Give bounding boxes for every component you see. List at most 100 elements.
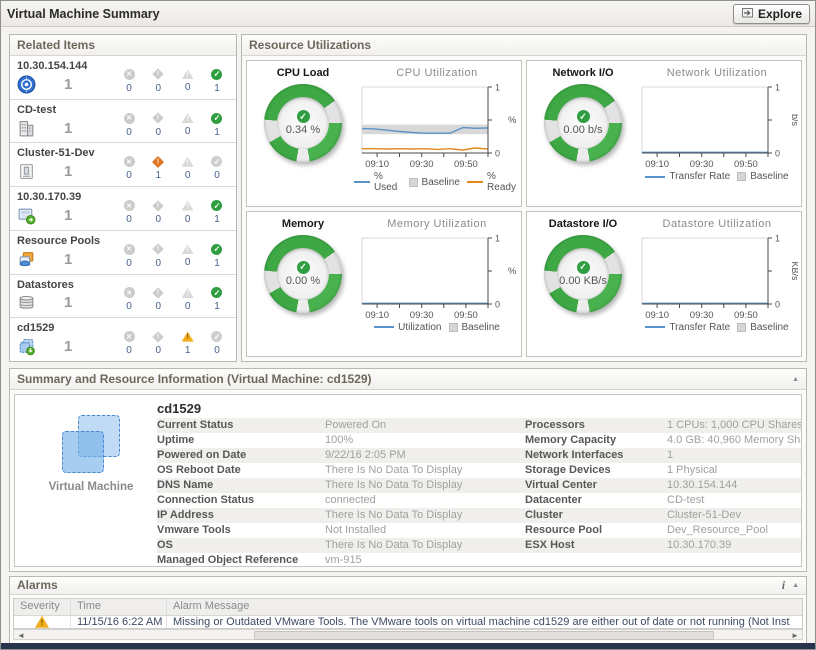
summary-value: 1 CPUs: 1,000 CPU Shares (no bbox=[667, 418, 801, 433]
fatal-count[interactable]: 0 bbox=[126, 83, 132, 94]
warning-count[interactable]: 0 bbox=[185, 170, 191, 181]
critical-count[interactable]: 0 bbox=[156, 258, 162, 269]
related-item-count[interactable]: 1 bbox=[64, 120, 72, 137]
critical-count[interactable]: 1 bbox=[156, 170, 162, 181]
summary-value: 10.30.154.144 bbox=[667, 478, 801, 493]
collapse-icon[interactable]: ▲ bbox=[792, 376, 799, 383]
summary-label: Vmware Tools bbox=[157, 523, 325, 538]
datacenter-icon bbox=[17, 119, 36, 138]
related-item-resource-pools[interactable]: Resource Pools 1 0 0 0 bbox=[10, 231, 236, 275]
alarm-time: 11/15/16 6:22 AM bbox=[71, 616, 167, 628]
datastore-io-gauge[interactable]: 0.00 KB/s bbox=[544, 235, 622, 313]
related-item-esx-host[interactable]: 10.30.170.39 1 0 0 0 bbox=[10, 187, 236, 231]
warning-count[interactable]: 0 bbox=[185, 214, 191, 225]
related-item-name[interactable]: CD-test bbox=[17, 104, 113, 116]
related-item-count[interactable]: 1 bbox=[64, 294, 72, 311]
normal-count[interactable]: 0 bbox=[214, 170, 220, 181]
summary-value: Cluster-51-Dev bbox=[667, 508, 801, 523]
svg-text:09:50: 09:50 bbox=[734, 159, 758, 170]
normal-status-icon bbox=[211, 331, 222, 342]
fatal-count[interactable]: 0 bbox=[126, 258, 132, 269]
fatal-status-icon bbox=[124, 287, 135, 298]
normal-count[interactable]: 1 bbox=[214, 214, 220, 225]
warning-count[interactable]: 0 bbox=[185, 257, 191, 268]
legend-label: Baseline bbox=[422, 177, 460, 188]
related-item-name[interactable]: Cluster-51-Dev bbox=[17, 147, 113, 159]
svg-text:0: 0 bbox=[775, 299, 780, 309]
fatal-count[interactable]: 0 bbox=[126, 214, 132, 225]
network-io-gauge[interactable]: 0.00 b/s bbox=[544, 84, 622, 162]
related-item-name[interactable]: cd1529 bbox=[17, 322, 113, 334]
svg-text:09:10: 09:10 bbox=[365, 310, 389, 321]
related-item-vcenter[interactable]: 10.30.154.144 1 0 0 0 bbox=[10, 56, 236, 100]
related-item-count[interactable]: 1 bbox=[64, 163, 72, 180]
critical-count[interactable]: 0 bbox=[156, 127, 162, 138]
related-item-datacenter[interactable]: CD-test 1 0 0 0 1 bbox=[10, 100, 236, 144]
scroll-left-arrow[interactable]: ◄ bbox=[14, 630, 28, 641]
summary-value: There Is No Data To Display bbox=[325, 478, 525, 493]
fatal-count[interactable]: 0 bbox=[126, 345, 132, 356]
info-icon[interactable]: i bbox=[782, 579, 785, 591]
fatal-status-icon bbox=[124, 156, 135, 167]
summary-label: Current Status bbox=[157, 418, 325, 433]
warning-count[interactable]: 1 bbox=[185, 345, 191, 356]
alarms-panel: Alarms i ▲ Severity Time Alarm Message 1… bbox=[9, 576, 807, 644]
related-item-name[interactable]: 10.30.170.39 bbox=[17, 191, 113, 203]
fatal-count[interactable]: 0 bbox=[126, 301, 132, 312]
summary-label: IP Address bbox=[157, 508, 325, 523]
summary-title: Summary and Resource Information (Virtua… bbox=[17, 372, 372, 386]
critical-count[interactable]: 0 bbox=[156, 83, 162, 94]
summary-label: Virtual Center bbox=[525, 478, 667, 493]
critical-count[interactable]: 0 bbox=[156, 301, 162, 312]
memory-gauge[interactable]: 0.00 % bbox=[264, 235, 342, 313]
severity-column-header[interactable]: Severity bbox=[14, 599, 71, 615]
related-item-count[interactable]: 1 bbox=[64, 338, 72, 355]
related-item-name[interactable]: Resource Pools bbox=[17, 235, 113, 247]
normal-count[interactable]: 1 bbox=[214, 127, 220, 138]
network-utilization-chart-title: Network Utilization bbox=[667, 67, 768, 79]
normal-count[interactable]: 0 bbox=[214, 345, 220, 356]
related-item-count[interactable]: 1 bbox=[64, 251, 72, 268]
related-item-name[interactable]: 10.30.154.144 bbox=[17, 60, 113, 72]
related-item-cluster[interactable]: Cluster-51-Dev 1 0 1 0 bbox=[10, 143, 236, 187]
message-column-header[interactable]: Alarm Message bbox=[167, 599, 802, 615]
collapse-icon[interactable]: ▲ bbox=[792, 582, 799, 589]
warning-count[interactable]: 0 bbox=[185, 82, 191, 93]
warning-count[interactable]: 0 bbox=[185, 126, 191, 137]
horizontal-scrollbar[interactable]: ◄ ► bbox=[13, 629, 803, 640]
summary-label: Cluster bbox=[525, 508, 667, 523]
normal-count[interactable]: 1 bbox=[214, 301, 220, 312]
fatal-count[interactable]: 0 bbox=[126, 170, 132, 181]
summary-label: Managed Object Reference bbox=[157, 553, 325, 567]
critical-status-icon bbox=[153, 69, 164, 80]
scrollbar-thumb[interactable] bbox=[254, 631, 714, 640]
critical-count[interactable]: 0 bbox=[156, 214, 162, 225]
related-item-count[interactable]: 1 bbox=[64, 76, 72, 93]
entity-type-label: Virtual Machine bbox=[49, 481, 134, 493]
network-quadrant: Network I/O 0.00 b/s Network Utilization… bbox=[526, 60, 802, 207]
fatal-count[interactable]: 0 bbox=[126, 127, 132, 138]
cpu-load-gauge[interactable]: 0.34 % bbox=[264, 84, 342, 162]
summary-value: Powered On bbox=[325, 418, 525, 433]
normal-count[interactable]: 1 bbox=[214, 83, 220, 94]
normal-count[interactable]: 1 bbox=[214, 258, 220, 269]
transfer-rate-swatch bbox=[645, 176, 665, 178]
warning-count[interactable]: 0 bbox=[185, 301, 191, 312]
related-item-count[interactable]: 1 bbox=[64, 207, 72, 224]
explore-button[interactable]: Explore bbox=[733, 4, 810, 24]
legend-label: Utilization bbox=[398, 322, 441, 333]
fatal-status-icon bbox=[124, 69, 135, 80]
cpu-chart-legend: % Used Baseline % Ready bbox=[354, 171, 520, 193]
critical-count[interactable]: 0 bbox=[156, 345, 162, 356]
alarm-row[interactable]: 11/15/16 6:22 AM Missing or Outdated VMw… bbox=[14, 616, 802, 628]
critical-status-icon bbox=[153, 156, 164, 167]
related-item-datastores[interactable]: Datastores 1 0 0 0 bbox=[10, 275, 236, 319]
time-column-header[interactable]: Time bbox=[71, 599, 167, 615]
network-io-title: Network I/O bbox=[552, 67, 613, 79]
related-item-name[interactable]: Datastores bbox=[17, 279, 113, 291]
summary-value: Dev_Resource_Pool bbox=[667, 523, 801, 538]
scroll-right-arrow[interactable]: ► bbox=[788, 630, 802, 641]
related-item-vm[interactable]: cd1529 1 0 0 1 0 bbox=[10, 318, 236, 361]
resource-utilizations-title: Resource Utilizations bbox=[249, 38, 371, 52]
window-bottom-edge bbox=[1, 643, 815, 649]
